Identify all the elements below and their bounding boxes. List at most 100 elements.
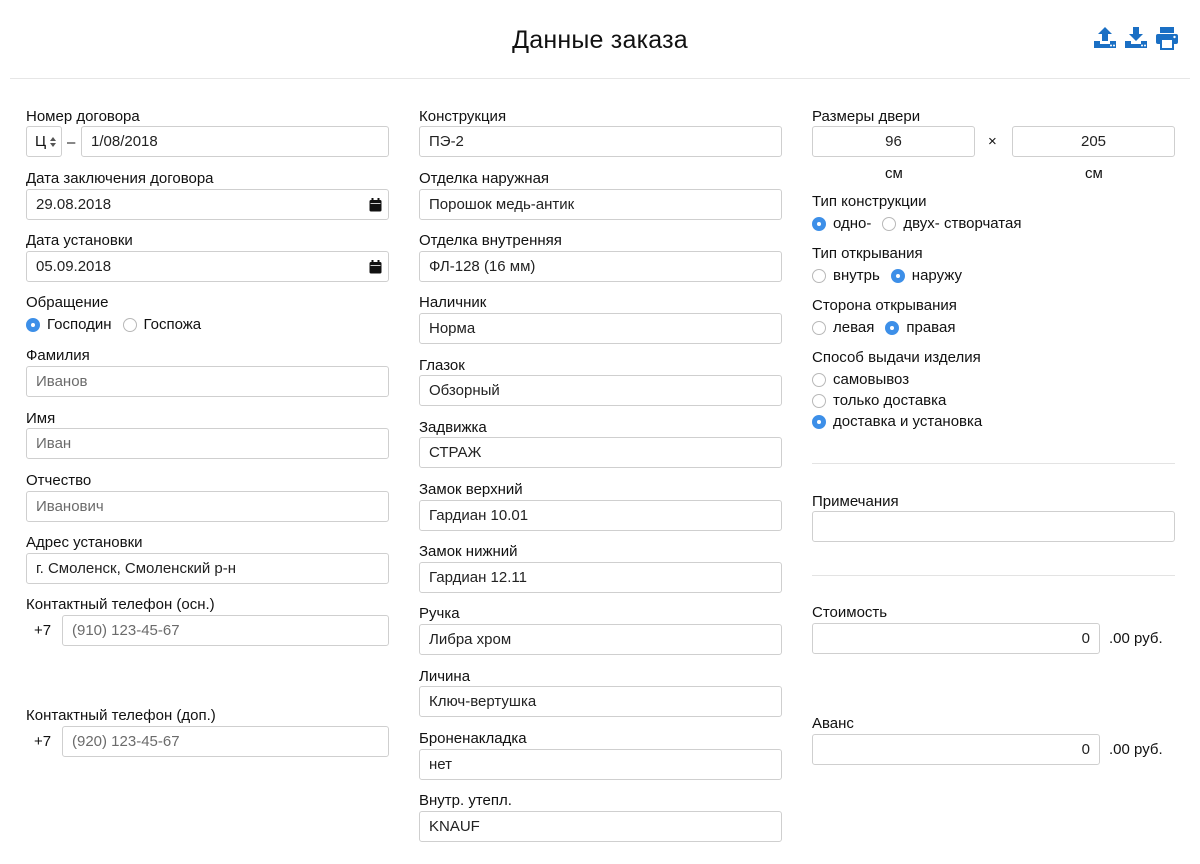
radio-label: доставка и установка: [833, 413, 983, 430]
print-icon[interactable]: [1155, 26, 1179, 50]
salutation-radio-group: Господин Госпожа: [26, 316, 212, 333]
contract-date-label: Дата заключения договора: [26, 170, 214, 187]
salutation-option-mrs[interactable]: Госпожа: [122, 316, 202, 333]
patronymic-label: Отчество: [26, 472, 92, 489]
last-name-input[interactable]: Иванов: [26, 366, 389, 397]
cost-input[interactable]: 0: [812, 623, 1100, 654]
insulation-input[interactable]: KNAUF: [419, 811, 782, 842]
phone-extra-input[interactable]: (920) 123-45-67: [62, 726, 389, 757]
radio-label: только доставка: [833, 392, 947, 409]
patronymic-input[interactable]: Иванович: [26, 491, 389, 522]
advance-suffix: .00 руб.: [1109, 741, 1163, 758]
delivery-option-delivery-install[interactable]: доставка и установка: [812, 413, 982, 430]
radio-unchecked[interactable]: [812, 393, 826, 408]
upload-icon[interactable]: [1093, 26, 1117, 50]
first-name-label: Имя: [26, 410, 56, 427]
cost-label: Стоимость: [812, 604, 888, 621]
door-height-input[interactable]: 205: [1012, 126, 1175, 157]
inner-finish-input[interactable]: ФЛ-128 (16 мм): [419, 251, 782, 282]
radio-checked[interactable]: [812, 216, 826, 231]
cost-suffix: .00 руб.: [1109, 630, 1163, 647]
opening-type-inward[interactable]: внутрь: [812, 267, 880, 284]
radio-checked[interactable]: [885, 320, 900, 335]
casing-label: Наличник: [419, 294, 487, 311]
notes-input[interactable]: [812, 511, 1175, 542]
section-divider: [812, 575, 1175, 576]
peephole-input[interactable]: Обзорный: [419, 375, 782, 406]
install-date-input[interactable]: 05.09.2018: [26, 251, 389, 282]
radio-unchecked[interactable]: [882, 216, 897, 231]
delivery-label: Способ выдачи изделия: [812, 349, 981, 366]
cylinder-input[interactable]: Ключ-вертушка: [419, 686, 782, 717]
construction-label: Конструкция: [419, 108, 507, 125]
latch-input[interactable]: СТРАЖ: [419, 437, 782, 468]
construction-input[interactable]: ПЭ-2: [419, 126, 782, 157]
height-unit: см: [1085, 165, 1103, 182]
address-input[interactable]: г. Смоленск, Смоленский р-н: [26, 553, 389, 584]
opening-type-label: Тип открывания: [812, 245, 923, 262]
contract-prefix-value: Ц: [35, 133, 47, 150]
handle-label: Ручка: [419, 605, 460, 622]
install-date-value: 05.09.2018: [36, 258, 112, 275]
phone-main-code: +7: [34, 622, 52, 639]
phone-main-label: Контактный телефон (осн.): [26, 596, 215, 613]
radio-checked[interactable]: [890, 268, 905, 283]
radio-label: внутрь: [833, 267, 880, 284]
header-actions: [1093, 26, 1179, 50]
opening-type-outward[interactable]: наружу: [890, 267, 962, 284]
times-sign: ×: [988, 133, 997, 150]
radio-label: самовывоз: [833, 371, 910, 388]
salutation-label: Обращение: [26, 294, 109, 311]
construction-type-single[interactable]: одно-: [812, 215, 871, 232]
page-header: Данные заказа: [0, 0, 1200, 80]
handle-input[interactable]: Либра хром: [419, 624, 782, 655]
outer-finish-input[interactable]: Порошок медь-антик: [419, 189, 782, 220]
radio-unchecked[interactable]: [812, 372, 826, 387]
radio-label: одно-: [833, 215, 872, 232]
upper-lock-input[interactable]: Гардиан 10.01: [419, 500, 782, 531]
armor-plate-input[interactable]: нет: [419, 749, 782, 780]
radio-label: наружу: [911, 267, 962, 284]
download-icon[interactable]: [1124, 26, 1148, 50]
opening-side-left[interactable]: левая: [812, 319, 874, 336]
armor-plate-label: Броненакладка: [419, 730, 527, 747]
radio-label: Госпожа: [143, 316, 202, 333]
outer-finish-label: Отделка наружная: [419, 170, 550, 187]
door-width-input[interactable]: 96: [812, 126, 975, 157]
lower-lock-input[interactable]: Гардиан 12.11: [419, 562, 782, 593]
latch-label: Задвижка: [419, 419, 487, 436]
page-title: Данные заказа: [512, 26, 688, 54]
first-name-input[interactable]: Иван: [26, 428, 389, 459]
contract-number-input[interactable]: 1/08/2018: [81, 126, 389, 157]
radio-label: двух- створчатая: [903, 215, 1022, 232]
door-size-label: Размеры двери: [812, 108, 921, 125]
radio-unchecked[interactable]: [812, 268, 826, 283]
construction-type-label: Тип конструкции: [812, 193, 927, 210]
contract-date-input[interactable]: 29.08.2018: [26, 189, 389, 220]
upper-lock-label: Замок верхний: [419, 481, 523, 498]
contract-number-label: Номер договора: [26, 108, 140, 125]
radio-label: правая: [906, 319, 956, 336]
peephole-label: Глазок: [419, 357, 465, 374]
advance-input[interactable]: 0: [812, 734, 1100, 765]
radio-checked[interactable]: [26, 317, 40, 332]
notes-label: Примечания: [812, 493, 899, 510]
salutation-option-mr[interactable]: Господин: [26, 316, 112, 333]
advance-label: Аванс: [812, 715, 854, 732]
radio-checked[interactable]: [812, 414, 826, 429]
radio-unchecked[interactable]: [812, 320, 826, 335]
phone-main-input[interactable]: (910) 123-45-67: [62, 615, 389, 646]
calendar-icon[interactable]: [369, 260, 382, 274]
radio-label: Господин: [47, 316, 112, 333]
phone-extra-label: Контактный телефон (доп.): [26, 707, 216, 724]
delivery-option-pickup[interactable]: самовывоз: [812, 371, 909, 388]
opening-side-right[interactable]: правая: [885, 319, 955, 336]
opening-type-radio-group: внутрь наружу: [812, 267, 973, 284]
header-divider: [10, 78, 1190, 79]
contract-prefix-select[interactable]: Ц: [26, 126, 62, 157]
casing-input[interactable]: Норма: [419, 313, 782, 344]
calendar-icon[interactable]: [369, 198, 382, 212]
radio-unchecked[interactable]: [122, 317, 137, 332]
construction-type-double[interactable]: двух- створчатая: [882, 215, 1021, 232]
delivery-option-delivery-only[interactable]: только доставка: [812, 392, 946, 409]
